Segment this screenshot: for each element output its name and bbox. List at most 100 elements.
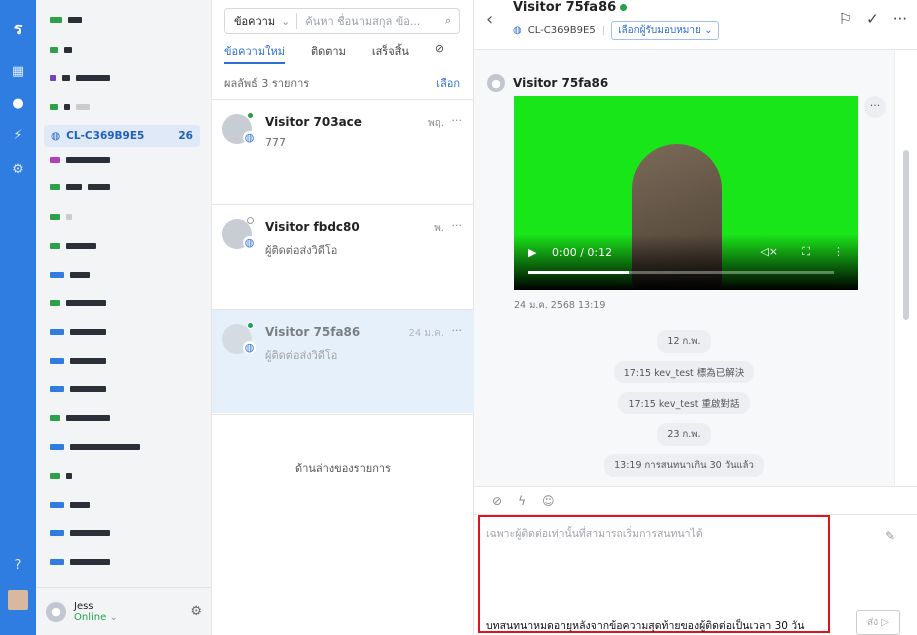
sender-name: Visitor 75fa86 — [513, 76, 609, 90]
system-message: 17:15 kev_test 重啟對話 — [474, 392, 894, 414]
conversation-preview: 777 — [265, 136, 286, 149]
channel-label: CL-C369B9E5 — [527, 25, 596, 36]
mute-icon[interactable]: ◁× — [760, 245, 778, 258]
send-button[interactable]: ส่ง ▷ — [856, 610, 900, 635]
conversation-time: 24 ม.ค. — [408, 328, 444, 339]
user-name: Jess — [74, 600, 94, 612]
conversation-name: Visitor fbdc80 — [265, 220, 360, 234]
conversation-item-selected[interactable]: ◍ Visitor 75fa86 ผู้ติดต่อส่งวิดีโอ 24 ม… — [212, 309, 474, 413]
online-dot — [620, 4, 628, 11]
flag-icon[interactable]: ⚐ — [839, 10, 852, 28]
attach-icon[interactable]: ⊘ — [492, 494, 502, 508]
fullscreen-icon[interactable]: ⛶ — [802, 245, 810, 259]
conversation-preview: ผู้ติดต่อส่งวิดีโอ — [265, 244, 338, 257]
globe-icon: ◍ — [51, 130, 61, 142]
gear-icon[interactable]: ⚙ — [190, 604, 202, 619]
channel-sidebar: ◍ CL-C369B9E5 26 ● Jess Online ⌄ ⚙ — [36, 0, 212, 635]
video-progress-fill — [528, 271, 629, 274]
visitor-name: Visitor 75fa86 — [513, 0, 617, 15]
block-icon[interactable]: ⊘ — [435, 42, 444, 64]
conversation-time: พฤ. — [428, 118, 444, 129]
chat-icon[interactable]: ● — [9, 94, 27, 112]
more-icon[interactable]: ··· — [452, 114, 463, 127]
more-icon[interactable]: ··· — [452, 219, 463, 232]
message-input[interactable]: เฉพาะผู้ติดต่อเท่านั้นที่สามารถเริ่มการส… — [486, 525, 703, 542]
settings-icon[interactable]: ⚙ — [9, 160, 27, 178]
channel-item-selected[interactable]: ◍ CL-C369B9E5 26 — [44, 125, 200, 147]
conversation-preview: ผู้ติดต่อส่งวิดีโอ — [265, 349, 338, 362]
message-timestamp: 24 ม.ค. 2568 13:19 — [514, 300, 606, 311]
select-button[interactable]: เลือก — [436, 74, 460, 92]
video-message[interactable]: ▶ 0:00 / 0:12 ◁× ⛶ ⋮ — [514, 96, 858, 290]
system-message-text: 12 ก.พ. — [657, 330, 711, 353]
expiry-warning: บทสนทนาหมดอายุหลังจากข้อความสุดท้ายของผู… — [486, 620, 805, 632]
chevron-down-icon: ⌄ — [109, 611, 118, 623]
send-label: ส่ง — [867, 617, 879, 628]
chat-panel: ‹ Visitor 75fa86 ◍ CL-C369B9E5 | เลือกผู… — [474, 0, 917, 635]
message-more-icon[interactable]: ··· — [864, 96, 886, 118]
search-icon[interactable]: ⌕ — [437, 14, 459, 28]
search-filter-label: ข้อความ — [234, 15, 276, 28]
channel-name: CL-C369B9E5 — [66, 130, 145, 142]
more-icon[interactable]: ··· — [452, 324, 463, 337]
reports-icon[interactable]: ▦ — [9, 62, 27, 80]
system-message-text: 17:15 kev_test 標為已解決 — [613, 361, 755, 383]
back-arrow-icon[interactable]: ‹ — [486, 9, 493, 30]
composer-toolbar: ⊘ ϟ ☺ — [474, 486, 917, 514]
conversation-name: Visitor 75fa86 — [265, 325, 361, 339]
composer: เฉพาะผู้ติดต่อเท่านั้นที่สามารถเริ่มการส… — [474, 514, 917, 635]
chat-title: Visitor 75fa86 — [513, 0, 628, 15]
globe-icon: ◍ — [243, 236, 256, 249]
system-message-text: 17:15 kev_test 重啟對話 — [618, 392, 750, 414]
header-actions: ⚐ ✓ ··· — [839, 10, 907, 28]
tab-new-messages[interactable]: ข้อความใหม่ — [224, 42, 285, 64]
unread-count: 26 — [178, 130, 193, 142]
more-icon[interactable]: ··· — [893, 10, 907, 28]
system-message: 12 ก.พ. — [474, 330, 894, 353]
kebab-icon[interactable]: ⋮ — [833, 245, 844, 258]
message-area: ● Visitor 75fa86 ▶ 0:00 / 0:12 ◁× ⛶ ⋮ ··… — [474, 50, 894, 486]
tab-following[interactable]: ติดตาม — [311, 42, 346, 64]
result-bar: ผลลัพธ์ 3 รายการ เลือก — [224, 74, 460, 92]
conversation-name: Visitor 703ace — [265, 115, 362, 129]
system-message-text: 23 ก.พ. — [657, 423, 711, 446]
video-time: 0:00 / 0:12 — [552, 246, 613, 259]
conversation-time: พ. — [434, 223, 444, 234]
user-avatar[interactable]: ● — [46, 601, 66, 622]
globe-icon: ◍ — [513, 25, 522, 36]
tab-done[interactable]: เสร็จสิ้น — [372, 42, 409, 64]
video-progress-track[interactable] — [528, 271, 834, 274]
system-message-text: 13:19 การสนทนาเกิน 30 วันแล้ว — [604, 454, 764, 477]
chevron-down-icon: ⌄ — [704, 25, 713, 36]
online-dot — [247, 322, 254, 329]
result-count: ผลลัพธ์ 3 รายการ — [224, 77, 310, 90]
help-icon[interactable]: ? — [9, 556, 27, 574]
scrollbar-thumb[interactable] — [903, 150, 909, 320]
assignee-label: เลือกผู้รับมอบหมาย — [618, 25, 701, 36]
lightning-icon[interactable]: ϟ — [518, 494, 526, 508]
logo-icon: ร — [13, 18, 23, 38]
send-icon: ▷ — [881, 617, 889, 628]
check-circle-icon[interactable]: ✓ — [866, 10, 879, 28]
online-dot — [247, 112, 254, 119]
scrollbar[interactable] — [894, 50, 917, 486]
system-message: 13:19 การสนทนาเกิน 30 วันแล้ว — [474, 454, 894, 477]
user-status-label: Online — [74, 611, 107, 623]
offline-dot — [247, 217, 254, 224]
magic-wand-icon[interactable]: ✎ — [885, 529, 895, 543]
conversation-list: ข้อความ ⌄ ค้นหา ชื่อนามสกุล ข้อ... ⌕ ข้อ… — [212, 0, 474, 635]
search-bar: ข้อความ ⌄ ค้นหา ชื่อนามสกุล ข้อ... ⌕ — [224, 8, 460, 34]
profile-avatar[interactable] — [8, 590, 28, 610]
globe-icon: ◍ — [243, 131, 256, 144]
lightning-icon[interactable]: ⚡ — [9, 126, 27, 144]
search-input[interactable]: ค้นหา ชื่อนามสกุล ข้อ... — [297, 12, 437, 30]
emoji-icon[interactable]: ☺ — [542, 494, 555, 508]
search-filter-dropdown[interactable]: ข้อความ ⌄ — [225, 13, 298, 29]
conversation-item[interactable]: ◍ Visitor fbdc80 ผู้ติดต่อส่งวิดีโอ พ. ·… — [212, 204, 474, 308]
conversation-item[interactable]: ◍ Visitor 703ace 777 พฤ. ··· — [212, 99, 474, 203]
conversation-tabs: ข้อความใหม่ ติดตาม เสร็จสิ้น ⊘ — [224, 42, 460, 64]
play-icon[interactable]: ▶ — [528, 246, 536, 259]
assignee-dropdown[interactable]: เลือกผู้รับมอบหมาย ⌄ — [611, 21, 720, 40]
video-controls: ▶ 0:00 / 0:12 ◁× ⛶ ⋮ — [514, 234, 858, 290]
user-status[interactable]: Online ⌄ — [74, 612, 118, 623]
